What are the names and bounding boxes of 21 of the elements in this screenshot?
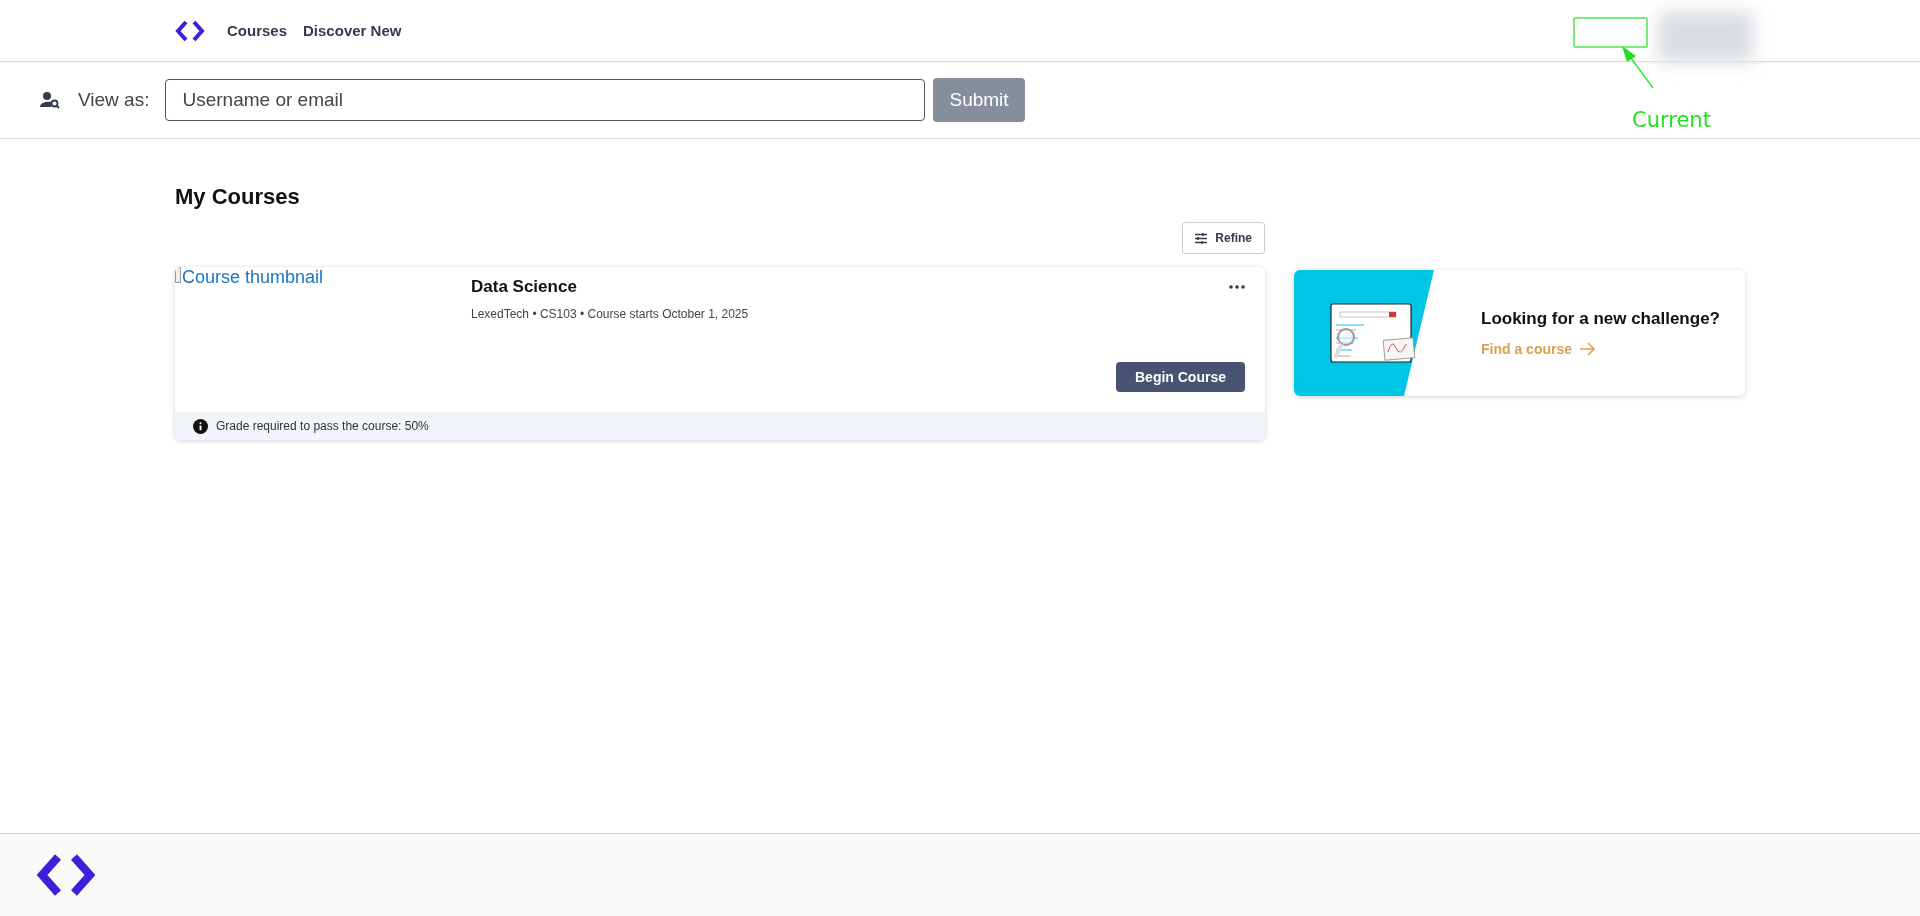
course-meta: LexedTech • CS103 • Course starts October 1, 2025 <box>471 307 750 321</box>
annotation-label: Current <box>1632 108 1711 132</box>
course-title[interactable]: Data Science <box>471 277 577 297</box>
username-field[interactable]: Username or email <box>165 79 926 121</box>
info-icon <box>193 418 208 434</box>
promo-title: Looking for a new challenge? <box>1481 309 1720 329</box>
user-search-icon <box>40 91 60 109</box>
nav-link[interactable]: Discover New <box>303 22 402 39</box>
begin-course-button[interactable]: Begin Course <box>1116 362 1245 392</box>
page-title: My Courses <box>175 184 301 210</box>
nav-link[interactable]: Courses <box>227 22 288 39</box>
arrow-right-icon <box>1580 342 1597 356</box>
logo-icon[interactable] <box>36 853 96 897</box>
broken-image-icon <box>175 267 181 283</box>
more-icon[interactable] <box>1229 285 1245 289</box>
sliders-icon <box>1195 232 1208 244</box>
grade-note: Grade required to pass the course: 50% <box>216 419 429 433</box>
view-as-label: View as: <box>78 89 150 111</box>
thumbnail-alt-text: Course thumbnail <box>182 267 324 288</box>
logo-icon[interactable] <box>175 19 205 42</box>
refine-button[interactable]: Refine <box>1182 222 1265 254</box>
